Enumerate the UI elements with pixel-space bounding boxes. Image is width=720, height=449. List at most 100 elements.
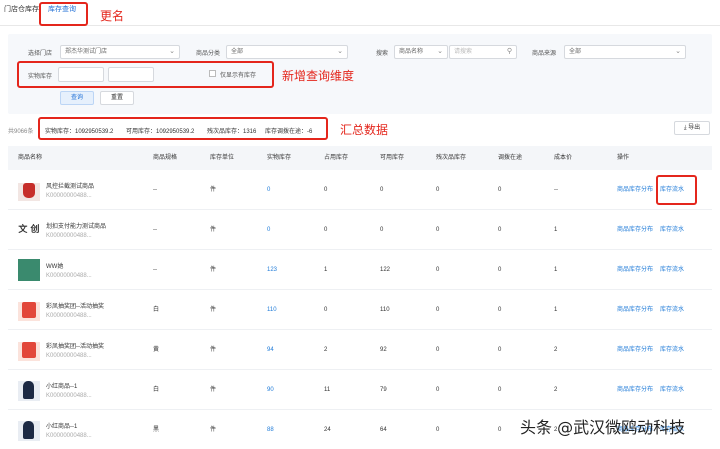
cell-available: 122	[380, 267, 391, 273]
inventory-table: 商品名称 商品规格 库存单位 实物库存 占用库存 可用库存 残次品库存 调拨在途…	[8, 146, 712, 449]
cell-defective: 0	[436, 307, 440, 313]
cell-physical[interactable]: 0	[267, 210, 270, 250]
export-label: 导出	[688, 125, 701, 131]
stock-distribution-link[interactable]: 商品库存分布	[617, 170, 653, 210]
product-name: 小红商品--1	[46, 384, 78, 390]
cell-occupied: 11	[324, 387, 331, 393]
cell-occupied: 0	[324, 307, 328, 313]
stock-flow-link[interactable]: 库存流水	[660, 330, 684, 370]
cell-available: 0	[380, 187, 384, 193]
total-count: 共9066条	[8, 129, 34, 135]
stock-distribution-link[interactable]: 商品库存分布	[617, 290, 653, 330]
cell-spec: --	[153, 187, 157, 193]
product-name: 划扣支付能力测试商品	[46, 224, 107, 230]
cell-transfer: 0	[498, 187, 502, 193]
stock-distribution-link[interactable]: 商品库存分布	[617, 250, 653, 290]
store-select[interactable]: 郑杰华测试门店 ⌄	[60, 45, 180, 59]
table-row: 彩凤抽奖团--活动抽奖 K00000000488... 白 件 110 0 110 0 0 1 商品…	[8, 290, 712, 330]
product-name: WW她	[46, 264, 64, 270]
cell-defective: 0	[436, 267, 440, 273]
product-name: 彩凤抽奖团--活动抽奖	[46, 344, 104, 350]
cell-occupied: 2	[324, 347, 328, 353]
search-input[interactable]: 请搜索 ⚲	[449, 45, 517, 59]
chevron-down-icon: ⌄	[675, 48, 681, 55]
cell-transfer: 0	[498, 307, 502, 313]
cell-spec: 白	[153, 387, 160, 393]
col-physical: 实物库存	[267, 155, 292, 161]
cell-defective: 0	[436, 187, 440, 193]
table-row: 彩凤抽奖团--活动抽奖 K00000000488... 黄 件 94 2 92 0 0 2 商品库存…	[8, 330, 712, 370]
cell-spec: 黄	[153, 347, 160, 353]
cell-available: 0	[380, 227, 384, 233]
cell-unit: 件	[210, 187, 217, 193]
col-actions: 操作	[617, 155, 630, 161]
watermark: 头条 @武汉微鸥动科技	[520, 418, 686, 437]
cell-physical[interactable]: 90	[267, 370, 274, 410]
export-button[interactable]: ⤓ 导出	[674, 121, 710, 135]
col-occupied: 占用库存	[324, 155, 349, 161]
cell-unit: 件	[210, 267, 217, 273]
cell-cost: 1	[554, 227, 558, 233]
stock-distribution-link[interactable]: 商品库存分布	[617, 370, 653, 410]
download-icon: ⤓	[683, 125, 687, 131]
search-field-select[interactable]: 商品名称 ⌄	[394, 45, 448, 59]
cell-occupied: 24	[324, 427, 331, 433]
stock-distribution-link[interactable]: 商品库存分布	[617, 210, 653, 250]
product-name: 小红商品--1	[46, 424, 78, 430]
table-row: 小红商品--1 K00000000488... 白 件 90 11 79 0 0 2 商品库存分布库…	[8, 370, 712, 410]
product-code: K00000000488...	[46, 393, 92, 399]
cell-transfer: 0	[498, 347, 502, 353]
product-thumbnail	[18, 339, 40, 361]
reset-button[interactable]: 重置	[100, 91, 134, 105]
cell-defective: 0	[436, 347, 440, 353]
query-button[interactable]: 查询	[60, 91, 94, 105]
cell-available: 92	[380, 347, 387, 353]
cell-occupied: 1	[324, 267, 328, 273]
table-row: 风控拦截测试商品 K00000000488... -- 件 0 0 0 0 0 -- 商品库存分布库…	[8, 170, 712, 210]
annotation-box-flow	[656, 175, 697, 205]
category-select[interactable]: 全部 ⌄	[226, 45, 348, 59]
cell-cost: --	[554, 187, 558, 193]
cell-unit: 件	[210, 387, 217, 393]
stock-flow-link[interactable]: 库存流水	[660, 250, 684, 290]
cell-physical[interactable]: 88	[267, 410, 274, 449]
source-select-value: 全部	[569, 49, 582, 55]
product-thumbnail	[18, 299, 40, 321]
stock-flow-link[interactable]: 库存流水	[660, 210, 684, 250]
annotation-rename: 更名	[100, 9, 125, 23]
cell-spec: 白	[153, 307, 160, 313]
col-spec: 商品规格	[153, 155, 178, 161]
table-row: 文 创划扣支付能力测试商品 K00000000488... -- 件 0 0 0 0 0 1 商品库…	[8, 210, 712, 250]
annotation-box-rename	[39, 2, 88, 26]
cell-unit: 件	[210, 347, 217, 353]
search-icon: ⚲	[506, 48, 512, 55]
product-thumbnail: 文 创	[18, 219, 40, 241]
category-select-value: 全部	[231, 49, 244, 55]
product-thumbnail	[18, 179, 40, 201]
cell-cost: 1	[554, 267, 558, 273]
annotation-summary: 汇总数据	[340, 123, 389, 137]
cell-transfer: 0	[498, 267, 502, 273]
cell-physical[interactable]: 110	[267, 290, 277, 330]
cell-physical[interactable]: 123	[267, 250, 277, 290]
annotation-new-dimension: 新增查询维度	[282, 69, 355, 83]
stock-distribution-link[interactable]: 商品库存分布	[617, 330, 653, 370]
category-label: 商品分类	[196, 51, 221, 57]
cell-available: 64	[380, 427, 387, 433]
stock-flow-link[interactable]: 库存流水	[660, 290, 684, 330]
cell-cost: 2	[554, 387, 558, 393]
cell-physical[interactable]: 94	[267, 330, 274, 370]
product-code: K00000000488...	[46, 273, 92, 279]
source-select[interactable]: 全部 ⌄	[564, 45, 686, 59]
cell-transfer: 0	[498, 387, 502, 393]
thumb-text: 文 创	[18, 219, 40, 241]
tab-store-inventory[interactable]: 门店仓库存	[4, 0, 39, 26]
stock-flow-link[interactable]: 库存流水	[660, 370, 684, 410]
cell-available: 79	[380, 387, 387, 393]
product-thumbnail	[18, 419, 40, 441]
cell-physical[interactable]: 0	[267, 170, 270, 210]
cell-spec: --	[153, 227, 157, 233]
col-available: 可用库存	[380, 155, 405, 161]
col-transfer: 调拨在途	[498, 155, 523, 161]
cell-defective: 0	[436, 427, 440, 433]
